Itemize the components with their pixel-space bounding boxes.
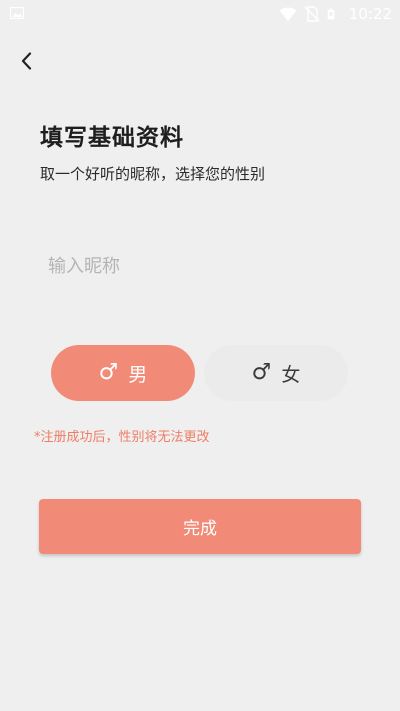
battery-icon [327,8,335,20]
status-time: 10:22 [348,5,392,23]
back-button[interactable] [10,45,42,77]
gender-male-button[interactable]: ♂ 男 [51,345,195,401]
page-title: 填写基础资料 [40,125,184,151]
gender-female-label: 女 [281,363,301,386]
status-bar: 10:22 [0,0,400,28]
page-subtitle: 取一个好听的昵称，选择您的性别 [40,165,266,183]
no-sim-icon [304,6,320,22]
male-symbol-icon: ♂ [98,360,119,385]
gender-male-label: 男 [128,363,148,386]
female-symbol-icon: ♂ [251,360,272,385]
wifi-icon [279,7,297,21]
image-icon [10,7,24,19]
gender-warning-note: *注册成功后，性别将无法更改 [34,430,210,445]
nickname-input[interactable] [48,250,348,282]
status-icons: 10:22 [279,4,392,24]
screen: 10:22 填写基础资料 取一个好听的昵称，选择您的性别 ♂ 男 ♂ 女 *注册… [0,0,400,711]
chevron-left-icon [21,52,32,70]
gender-female-button[interactable]: ♂ 女 [204,345,348,401]
submit-button[interactable]: 完成 [39,499,361,554]
